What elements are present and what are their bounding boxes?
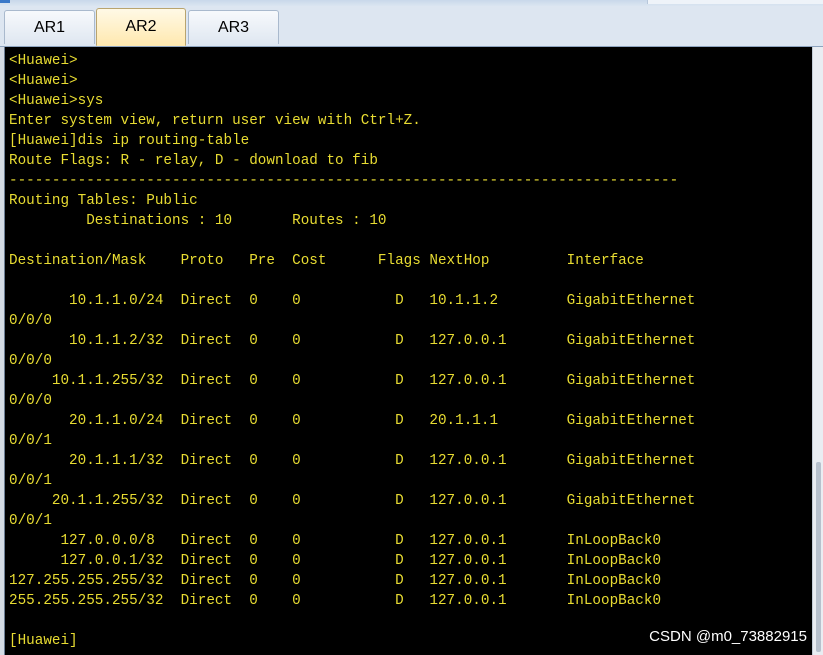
terminal-line: <Huawei> (9, 53, 78, 69)
scrollbar-thumb[interactable] (816, 462, 821, 652)
terminal-line: 10.1.1.2/32 Direct 0 0 D 127.0.0.1 Gigab… (9, 333, 696, 349)
terminal-output: <Huawei> <Huawei> <Huawei>sys Enter system … (9, 51, 695, 651)
tab-ar2[interactable]: AR2 (96, 8, 186, 46)
terminal-line: 0/0/1 (9, 473, 52, 489)
terminal-line: Routing Tables: Public (9, 193, 198, 209)
tab-ar1[interactable]: AR1 (4, 10, 95, 44)
tab-ar3[interactable]: AR3 (188, 10, 279, 44)
terminal-line: ----------------------------------------… (9, 173, 679, 189)
terminal-line: 127.0.0.0/8 Direct 0 0 D 127.0.0.1 InLoo… (9, 533, 662, 549)
terminal-line: 20.1.1.1/32 Direct 0 0 D 127.0.0.1 Gigab… (9, 453, 696, 469)
terminal-line: 20.1.1.255/32 Direct 0 0 D 127.0.0.1 Gig… (9, 493, 696, 509)
terminal-line: 0/0/1 (9, 513, 52, 529)
terminal-line: [Huawei] (9, 633, 78, 649)
terminal-line: Route Flags: R - relay, D - download to … (9, 153, 378, 169)
terminal-line: 127.0.0.1/32 Direct 0 0 D 127.0.0.1 InLo… (9, 553, 662, 569)
terminal-line: 255.255.255.255/32 Direct 0 0 D 127.0.0.… (9, 593, 662, 609)
terminal-line: 10.1.1.0/24 Direct 0 0 D 10.1.1.2 Gigabi… (9, 293, 696, 309)
terminal-frame: <Huawei> <Huawei> <Huawei>sys Enter system … (0, 47, 823, 655)
terminal-line: Destination/Mask Proto Pre Cost Flags Ne… (9, 253, 644, 269)
terminal-line: [Huawei]dis ip routing-table (9, 133, 250, 149)
terminal-line: 127.255.255.255/32 Direct 0 0 D 127.0.0.… (9, 573, 662, 589)
terminal-line: 10.1.1.255/32 Direct 0 0 D 127.0.0.1 Gig… (9, 373, 696, 389)
terminal-line: Destinations : 10 Routes : 10 (9, 213, 387, 229)
terminal-line: <Huawei> (9, 73, 78, 89)
watermark-text: CSDN @m0_73882915 (649, 628, 807, 645)
window-accent (0, 0, 10, 3)
terminal-scrollbar[interactable] (812, 47, 823, 655)
terminal-line: 0/0/0 (9, 313, 52, 329)
window-top-right-area (647, 0, 823, 4)
terminal-line: 20.1.1.0/24 Direct 0 0 D 20.1.1.1 Gigabi… (9, 413, 696, 429)
terminal-line: 0/0/0 (9, 393, 52, 409)
device-tab-bar: AR1 AR2 AR3 (0, 6, 823, 47)
terminal-line: <Huawei>sys (9, 93, 104, 109)
terminal-line: 0/0/0 (9, 353, 52, 369)
terminal-line: 0/0/1 (9, 433, 52, 449)
terminal-line: Enter system view, return user view with… (9, 113, 421, 129)
terminal-console[interactable]: <Huawei> <Huawei> <Huawei>sys Enter system … (4, 47, 814, 655)
